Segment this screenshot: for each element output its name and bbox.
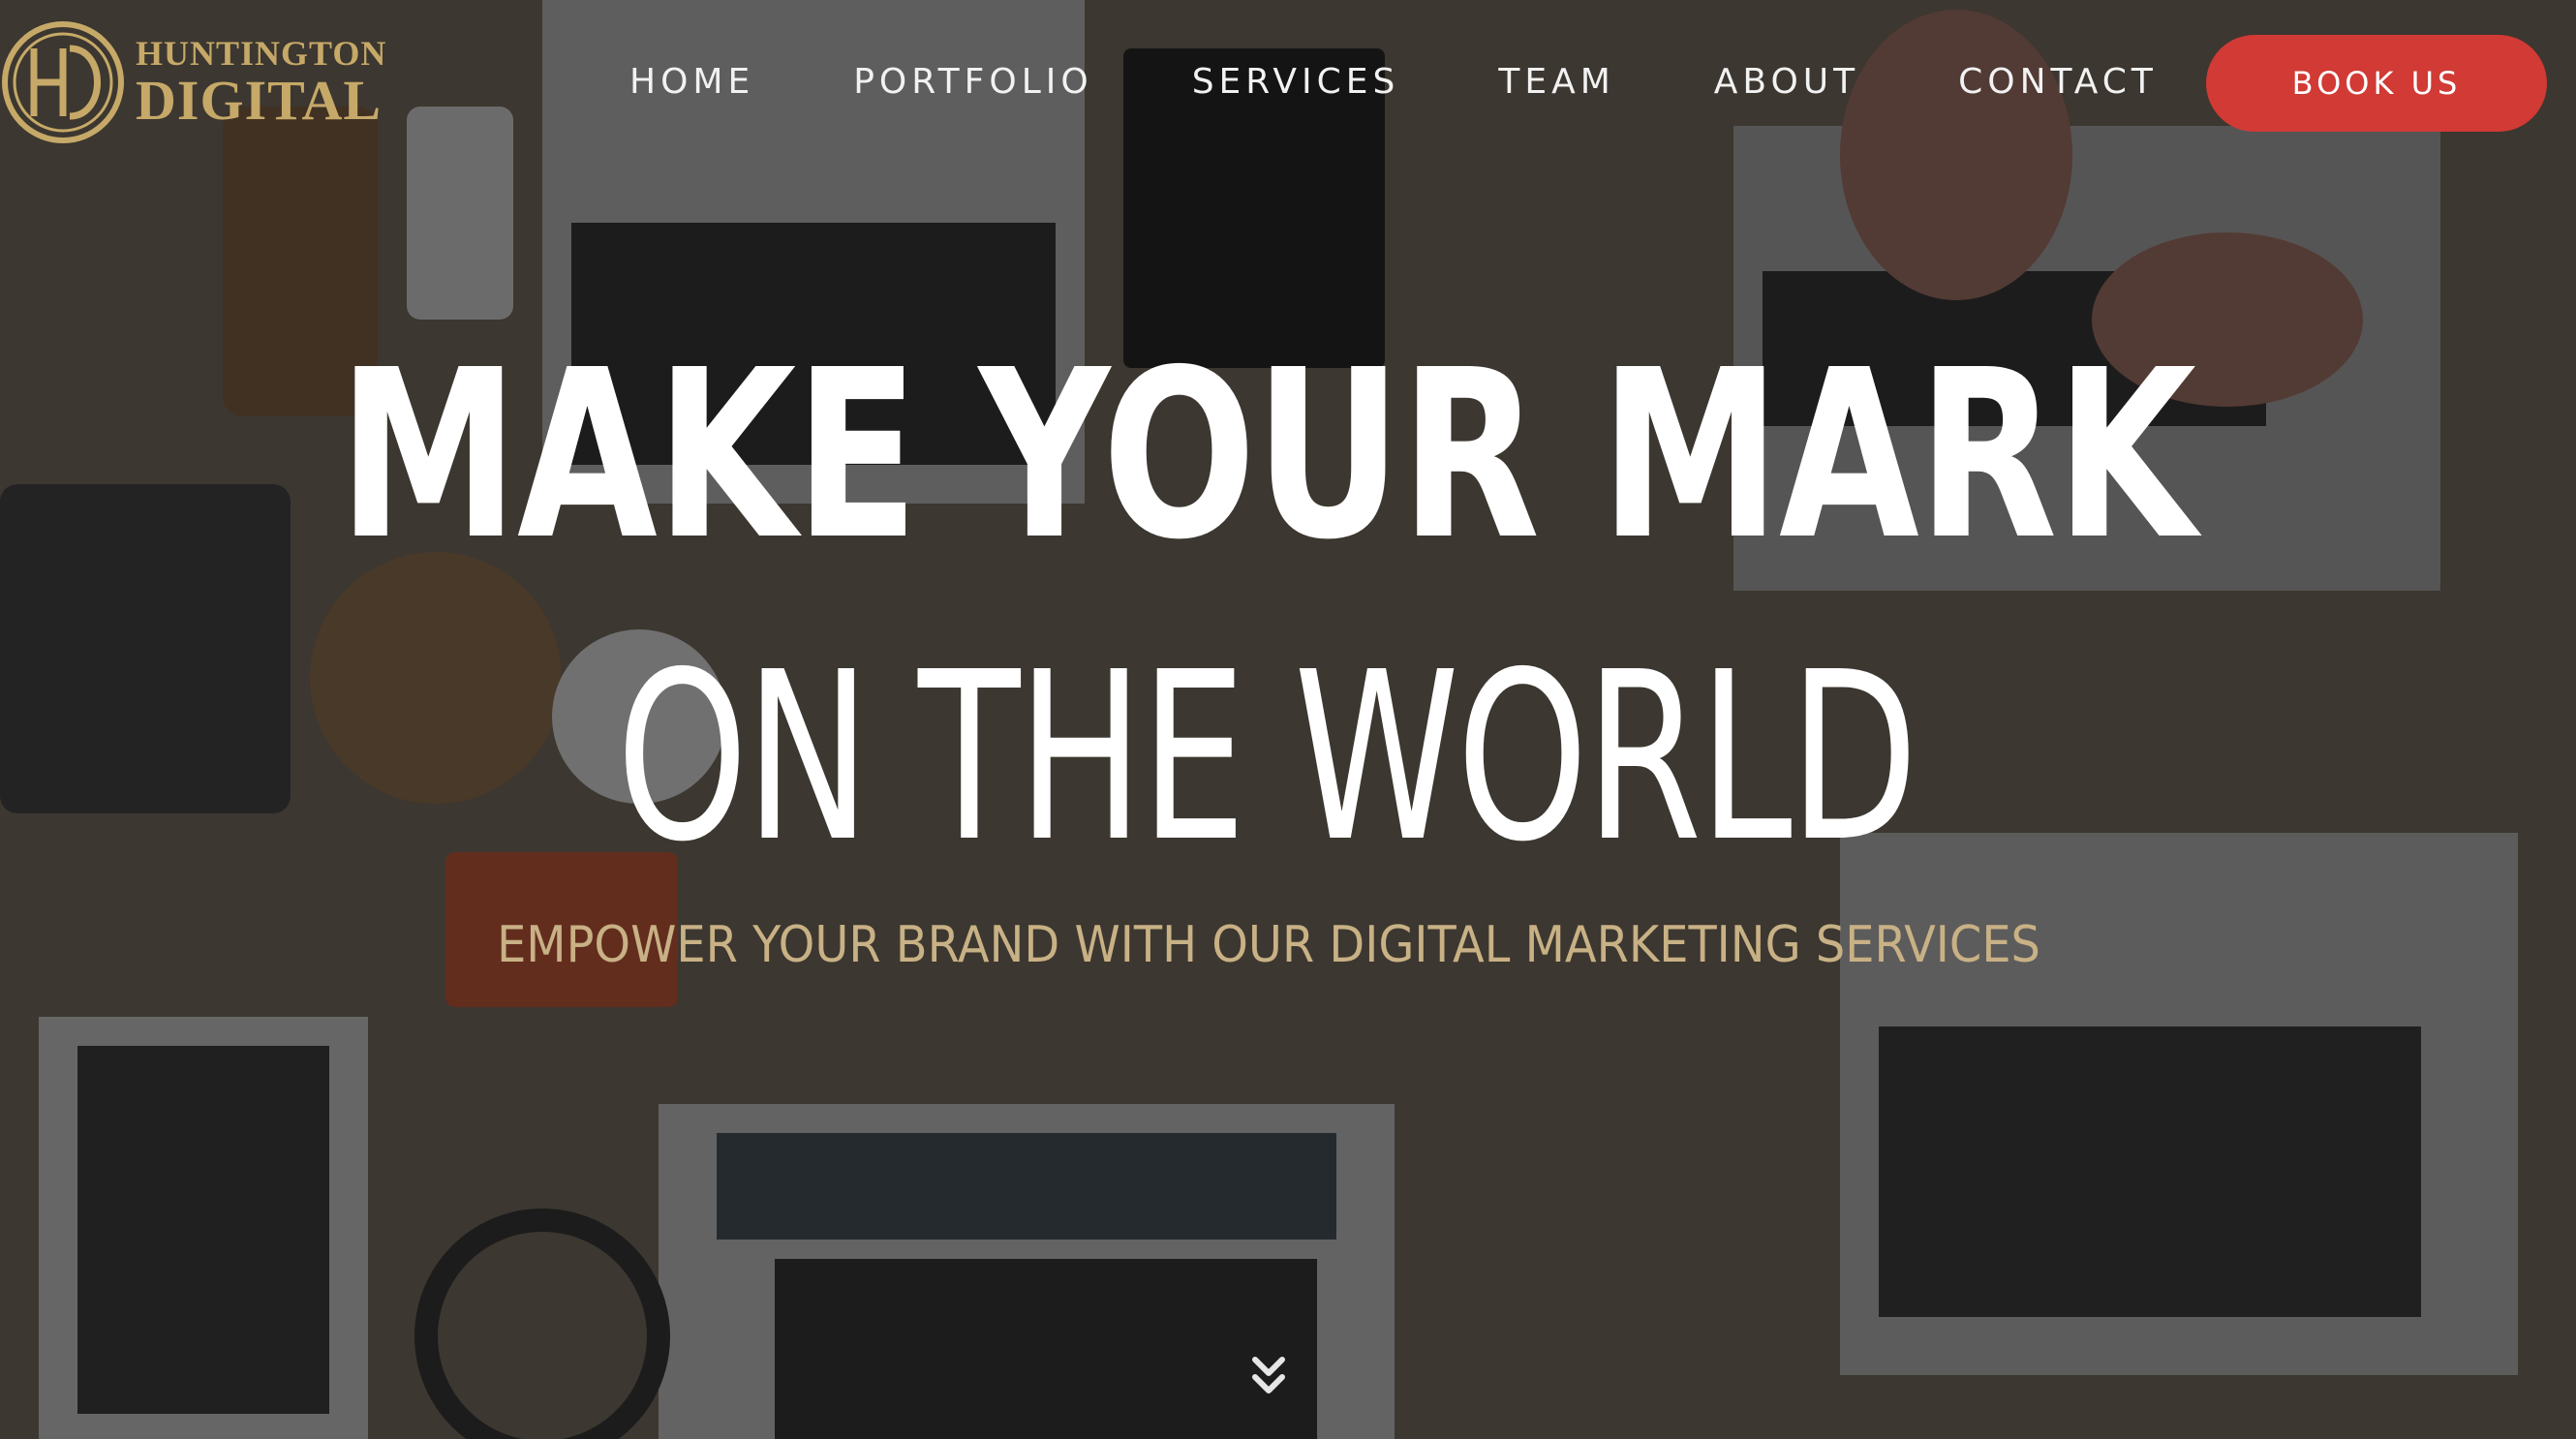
- logo-wordmark: HUNTINGTON DIGITAL: [136, 36, 386, 129]
- nav-item-team[interactable]: TEAM: [1498, 50, 1614, 114]
- logo-line1: HUNTINGTON: [136, 34, 387, 73]
- nav-item-home[interactable]: HOME: [629, 50, 754, 114]
- brand-logo[interactable]: HUNTINGTON DIGITAL: [0, 19, 387, 145]
- double-chevron-down-icon[interactable]: [1249, 1354, 1288, 1398]
- book-us-button[interactable]: BOOK US: [2206, 35, 2547, 132]
- hero-subtitle: EMPOWER YOUR BRAND WITH OUR DIGITAL MARK…: [497, 916, 2040, 974]
- hero-title-line2: ON THE WORLD: [616, 622, 1917, 893]
- logo-monogram-icon: [2, 21, 124, 143]
- nav-item-about[interactable]: ABOUT: [1714, 50, 1859, 114]
- logo-line2: DIGITAL: [136, 69, 383, 132]
- nav-item-portfolio[interactable]: PORTFOLIO: [853, 50, 1092, 114]
- hero-title-line1: MAKE YOUR MARK: [338, 320, 2196, 591]
- nav-item-services[interactable]: SERVICES: [1192, 50, 1400, 114]
- main-nav: HOME PORTFOLIO SERVICES TEAM ABOUT CONTA…: [629, 50, 2158, 114]
- nav-item-contact[interactable]: CONTACT: [1958, 50, 2158, 114]
